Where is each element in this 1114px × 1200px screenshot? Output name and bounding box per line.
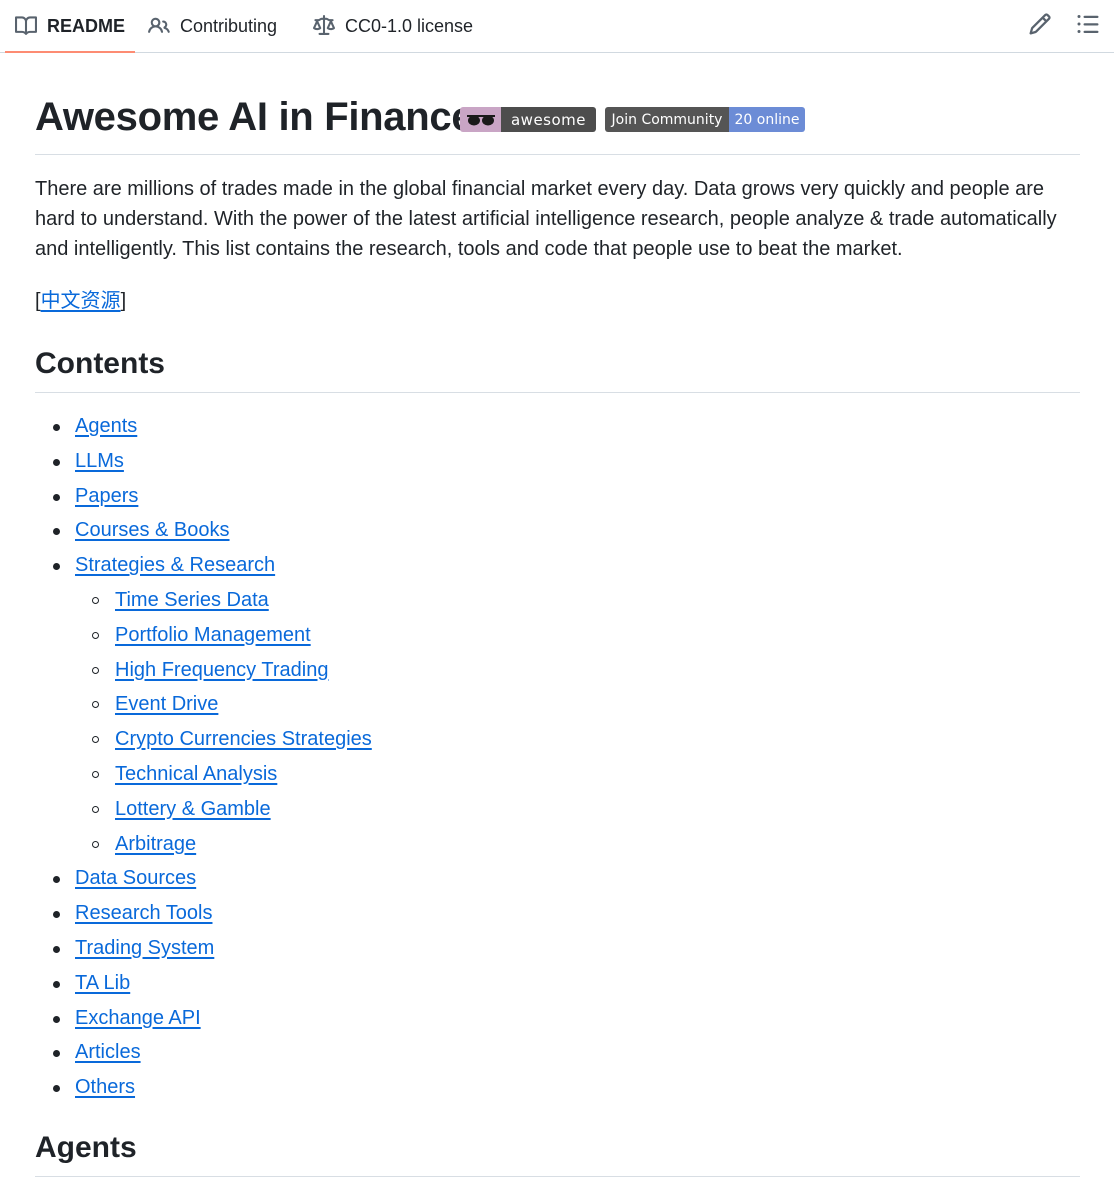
contents-link[interactable]: Time Series Data xyxy=(115,589,269,611)
intro-line: hard to understand. With the power of th… xyxy=(35,208,1057,230)
contents-subitem: Lottery & Gamble xyxy=(35,792,735,827)
law-icon xyxy=(313,15,335,37)
contents-link[interactable]: Articles xyxy=(75,1041,141,1063)
contents-link[interactable]: High Frequency Trading xyxy=(115,659,328,681)
contents-link[interactable]: Lottery & Gamble xyxy=(115,798,271,820)
intro-line: There are millions of trades made in the… xyxy=(35,178,1045,200)
contents-subitem: Time Series Data xyxy=(35,583,735,618)
contents-link[interactable]: Portfolio Management xyxy=(115,624,311,646)
list-icon[interactable] xyxy=(1076,12,1100,36)
contents-subitem: Arbitrage xyxy=(35,827,735,862)
book-icon xyxy=(15,15,37,37)
contents-item: Agents xyxy=(35,409,735,444)
contents-link[interactable]: Arbitrage xyxy=(115,833,196,855)
community-badge-label: Join Community xyxy=(605,107,729,132)
contents-item: Trading System xyxy=(35,931,735,966)
title-divider xyxy=(35,154,1080,155)
awesome-badge-label: awesome xyxy=(501,107,596,132)
page-title: Awesome AI in Finance xyxy=(35,95,474,139)
awesome-badge[interactable]: awesome xyxy=(460,107,596,132)
contents-item: Exchange API xyxy=(35,1001,735,1036)
contents-item: Articles xyxy=(35,1035,735,1070)
chinese-resources-link[interactable]: 中文资源 xyxy=(41,290,121,312)
intro-line: and intelligently. This list contains th… xyxy=(35,238,903,260)
agents-heading: Agents xyxy=(35,1131,137,1164)
contents-link[interactable]: Agents xyxy=(75,415,137,437)
contents-item: LLMs xyxy=(35,444,735,479)
intro-paragraph: There are millions of trades made in the… xyxy=(35,174,1085,264)
tab-contributing[interactable]: Contributing xyxy=(148,0,277,52)
contents-link[interactable]: LLMs xyxy=(75,450,124,472)
contents-item: TA Lib xyxy=(35,966,735,1001)
contents-item: Others xyxy=(35,1070,735,1105)
contents-item: Courses & Books xyxy=(35,513,735,548)
tab-license[interactable]: CC0-1.0 license xyxy=(313,0,473,52)
contents-item: Strategies & Research xyxy=(35,548,735,583)
contents-link[interactable]: Trading System xyxy=(75,937,214,959)
contents-link[interactable]: Data Sources xyxy=(75,867,196,889)
contents-heading: Contents xyxy=(35,347,165,380)
contents-subitem: Event Drive xyxy=(35,687,735,722)
contents-item: Data Sources xyxy=(35,861,735,896)
tab-readme[interactable]: README xyxy=(4,0,136,53)
contents-subitem: High Frequency Trading xyxy=(35,653,735,688)
community-badge[interactable]: Join Community 20 online xyxy=(605,107,805,132)
contents-link[interactable]: Papers xyxy=(75,485,138,507)
contents-list: Agents LLMs Papers Courses & Books Strategie… xyxy=(35,409,735,1105)
contents-subitem: Portfolio Management xyxy=(35,618,735,653)
sunglasses-icon xyxy=(460,107,501,132)
chinese-resources: [中文资源] xyxy=(35,286,126,316)
tab-license-label: CC0-1.0 license xyxy=(345,15,474,36)
people-icon xyxy=(148,15,170,37)
contents-divider xyxy=(35,392,1080,393)
contents-link[interactable]: Event Drive xyxy=(115,693,218,715)
readme-tab-bar: README Contributing CC0-1.0 license xyxy=(0,0,1114,53)
contents-link[interactable]: Crypto Currencies Strategies xyxy=(115,728,372,750)
contents-subitem: Technical Analysis xyxy=(35,757,735,792)
bracket-close: ] xyxy=(120,290,127,312)
community-badge-count: 20 online xyxy=(729,107,805,132)
tab-readme-label: README xyxy=(47,15,126,36)
contents-link[interactable]: Technical Analysis xyxy=(115,763,277,785)
contents-item: Research Tools xyxy=(35,896,735,931)
contents-link[interactable]: Strategies & Research xyxy=(75,554,275,576)
contents-link[interactable]: Research Tools xyxy=(75,902,212,924)
tab-contributing-label: Contributing xyxy=(180,15,278,36)
contents-subitem: Crypto Currencies Strategies xyxy=(35,722,735,757)
contents-link[interactable]: Courses & Books xyxy=(75,519,230,541)
pencil-icon[interactable] xyxy=(1028,12,1052,36)
contents-link[interactable]: Exchange API xyxy=(75,1007,201,1029)
agents-divider xyxy=(35,1176,1080,1177)
contents-link[interactable]: TA Lib xyxy=(75,972,130,994)
contents-link[interactable]: Others xyxy=(75,1076,135,1098)
contents-item: Papers xyxy=(35,479,735,514)
